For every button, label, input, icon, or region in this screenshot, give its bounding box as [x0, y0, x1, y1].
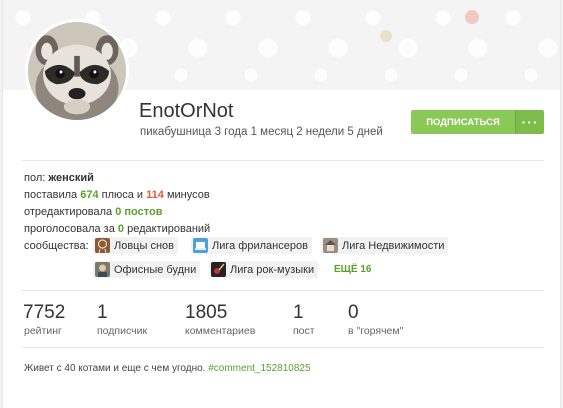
- voted-prefix: проголосовала за: [24, 223, 115, 235]
- stat-posts-label: пост: [293, 325, 315, 337]
- more-dots-icon: ···: [521, 114, 539, 130]
- community-tag[interactable]: Ловцы снов: [93, 237, 178, 254]
- office-icon: [95, 262, 110, 277]
- divider: [21, 290, 544, 291]
- stat-posts-value[interactable]: 1: [293, 302, 304, 324]
- stat-hot-value[interactable]: 0: [348, 302, 359, 324]
- stat-subscribers-value[interactable]: 1: [97, 302, 108, 324]
- voted-suffix: редактирований: [127, 223, 211, 235]
- edited-row: отредактировала 0 постов: [24, 206, 162, 218]
- raccoon-avatar-image: [28, 22, 126, 120]
- bio-comment-link[interactable]: #comment_152810825: [208, 363, 310, 374]
- stat-subscribers-label: подписчик: [97, 325, 148, 337]
- cover-decoration: [465, 10, 479, 24]
- stat-comments-value[interactable]: 1805: [185, 302, 227, 324]
- community-name: Лига фрилансеров: [212, 239, 308, 252]
- dreamcatcher-icon: [95, 238, 110, 253]
- voted-row: проголосовала за 0 редактирований: [24, 223, 210, 235]
- stat-rating-value: 7752: [23, 302, 66, 323]
- rock-music-icon: [211, 262, 226, 277]
- votes-row: поставила 674 плюса и 114 минусов: [24, 189, 210, 201]
- stat-hot-label: в "горячем": [348, 325, 404, 337]
- cover-decoration: [380, 30, 392, 42]
- avatar[interactable]: [25, 19, 129, 123]
- community-name: Лига рок-музыки: [230, 263, 315, 276]
- voted-count[interactable]: 0: [118, 223, 124, 235]
- freelancer-icon: [193, 238, 208, 253]
- divider: [21, 160, 544, 161]
- username: EnotOrNot: [139, 100, 234, 122]
- edited-prefix: отредактировала: [24, 206, 113, 218]
- more-options-button[interactable]: ···: [515, 110, 544, 134]
- community-name: Лига Недвижимости: [342, 239, 445, 252]
- votes-prefix: поставила: [24, 189, 78, 201]
- real-estate-icon: [323, 238, 338, 253]
- community-tag[interactable]: Офисные будни: [93, 261, 201, 278]
- gender-value: женский: [48, 172, 94, 184]
- gender-row: пол: женский: [24, 172, 94, 184]
- edited-posts-link[interactable]: 0 постов: [115, 206, 162, 218]
- gender-label: пол:: [24, 172, 46, 184]
- tenure-text: пикабушница 3 года 1 месяц 2 недели 5 дн…: [140, 126, 383, 138]
- community-name: Офисные будни: [114, 263, 197, 276]
- communities-label: сообщества:: [24, 240, 89, 252]
- subscribe-button[interactable]: ПОДПИСАТЬСЯ: [411, 110, 515, 134]
- pluses-count: 674: [80, 189, 99, 201]
- profile-card: EnotOrNot пикабушница 3 года 1 месяц 2 н…: [2, 0, 561, 408]
- pluses-suffix: плюса и: [101, 189, 144, 201]
- community-tag[interactable]: Лига фрилансеров: [191, 237, 312, 254]
- bio: Живет с 40 котами и еще с чем угодно. #c…: [24, 363, 311, 374]
- stat-comments-label: комментариев: [185, 325, 256, 337]
- minuses-suffix: минусов: [166, 189, 210, 201]
- minuses-count: 114: [146, 189, 164, 201]
- stat-rating-label: рейтинг: [24, 325, 62, 337]
- community-tag[interactable]: Лига Недвижимости: [321, 237, 449, 254]
- subscribe-group: ПОДПИСАТЬСЯ ···: [411, 110, 544, 134]
- bio-text: Живет с 40 котами и еще с чем угодно.: [24, 363, 206, 374]
- community-name: Ловцы снов: [114, 239, 174, 252]
- divider: [21, 347, 544, 348]
- more-communities-link[interactable]: ЕЩЁ 16: [334, 264, 371, 275]
- community-tag[interactable]: Лига рок-музыки: [209, 261, 319, 278]
